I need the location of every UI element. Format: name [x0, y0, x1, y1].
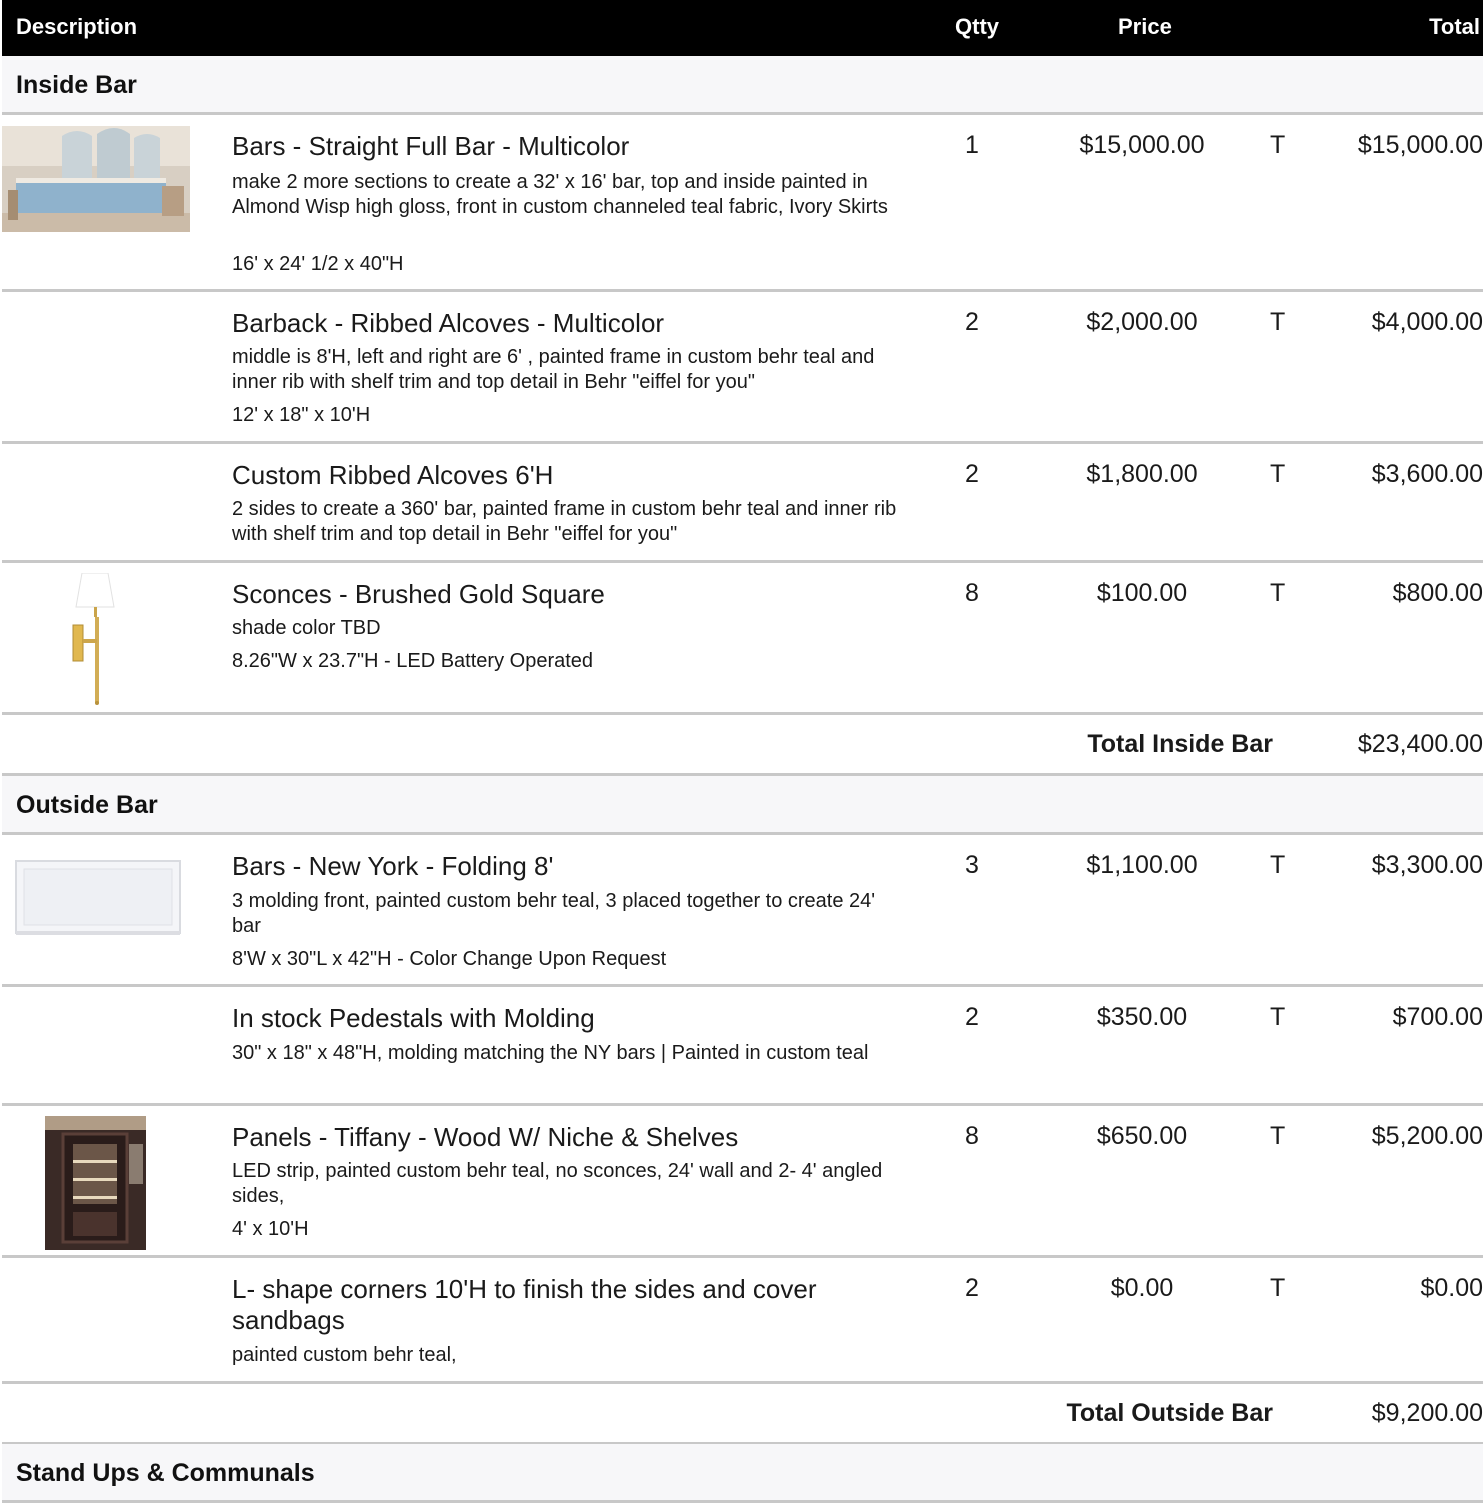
table-row: Bars - Straight Full Bar - Multicolor ma… — [2, 115, 1483, 292]
item-qty: 2 — [965, 308, 979, 336]
subtotal-amount: $23,400.00 — [1357, 730, 1483, 758]
item-total: $0.00 — [1420, 1274, 1483, 1302]
table-row: Custom Ribbed Alcoves 6'H 2 sides to cre… — [2, 444, 1483, 563]
item-tax: T — [1270, 131, 1286, 159]
section-header-outside-bar: Outside Bar — [2, 776, 1483, 835]
section-title: Stand Ups & Communals — [16, 1459, 315, 1487]
header-price: Price — [1118, 14, 1172, 39]
sconce-photo-image — [68, 572, 122, 705]
item-qty: 8 — [965, 1122, 979, 1150]
item-tax: T — [1270, 1274, 1286, 1302]
item-title: Barback - Ribbed Alcoves - Multicolor — [232, 308, 665, 338]
item-tax: T — [1270, 460, 1286, 488]
item-description: make 2 more sections to create a 32' x 1… — [232, 171, 888, 218]
subtotal-label: Total Inside Bar — [1087, 730, 1273, 758]
panel-photo-image — [45, 1116, 146, 1250]
item-dimensions: 16' x 24' 1/2 x 40"H — [232, 253, 404, 275]
item-price: $2,000.00 — [1086, 308, 1198, 336]
item-total: $3,300.00 — [1371, 851, 1483, 879]
item-total: $3,600.00 — [1371, 460, 1483, 488]
item-tax: T — [1270, 579, 1286, 607]
item-dimensions: 8'W x 30"L x 42"H - Color Change Upon Re… — [232, 948, 667, 970]
section-title: Inside Bar — [16, 71, 137, 99]
item-title: L- shape corners 10'H to finish the side… — [232, 1274, 817, 1335]
item-qty: 8 — [965, 579, 979, 607]
table-row: L- shape corners 10'H to finish the side… — [2, 1258, 1483, 1384]
item-price: $0.00 — [1110, 1274, 1174, 1302]
item-dimensions: 12' x 18" x 10'H — [232, 404, 371, 426]
item-qty: 2 — [965, 1003, 979, 1031]
table-header: Description Qtty Price Total — [2, 0, 1483, 56]
subtotal-label: Total Outside Bar — [1066, 1399, 1273, 1427]
item-description: middle is 8'H, left and right are 6' , p… — [232, 346, 875, 393]
subtotal-amount: $9,200.00 — [1371, 1399, 1483, 1427]
item-qty: 3 — [965, 851, 979, 879]
item-tax: T — [1270, 308, 1286, 336]
item-tax: T — [1270, 1003, 1286, 1031]
item-title: Sconces - Brushed Gold Square — [232, 579, 605, 609]
item-total: $15,000.00 — [1357, 131, 1483, 159]
header-total: Total — [1429, 14, 1480, 39]
item-price: $1,800.00 — [1086, 460, 1198, 488]
ny-bar-photo-image — [12, 855, 184, 939]
section-subtotal: Total Inside Bar $23,400.00 — [2, 715, 1483, 776]
item-title: Bars - Straight Full Bar - Multicolor — [232, 131, 630, 161]
item-description: 3 molding front, painted custom behr tea… — [232, 890, 876, 937]
item-dimensions: 8.26"W x 23.7"H - LED Battery Operated — [232, 650, 594, 672]
item-title: Bars - New York - Folding 8' — [232, 851, 554, 881]
item-title: Panels - Tiffany - Wood W/ Niche & Shelv… — [232, 1122, 739, 1152]
table-row: Bars - New York - Folding 8' 3 molding f… — [2, 835, 1483, 987]
item-description: 30" x 18" x 48"H, molding matching the N… — [232, 1042, 869, 1064]
item-qty: 2 — [965, 1274, 979, 1302]
item-total: $700.00 — [1392, 1003, 1483, 1031]
item-tax: T — [1270, 851, 1286, 879]
item-qty: 1 — [965, 131, 979, 159]
section-subtotal: Total Outside Bar $9,200.00 — [2, 1384, 1483, 1445]
item-dimensions: 4' x 10'H — [232, 1218, 309, 1240]
item-total: $5,200.00 — [1371, 1122, 1483, 1150]
item-title: In stock Pedestals with Molding — [232, 1003, 595, 1033]
section-header-stand-ups-communals: Stand Ups & Communals — [2, 1444, 1483, 1503]
header-description: Description — [16, 14, 138, 39]
item-price: $15,000.00 — [1079, 131, 1205, 159]
item-price: $1,100.00 — [1086, 851, 1198, 879]
item-price: $100.00 — [1096, 579, 1188, 607]
header-qty: Qtty — [955, 14, 999, 39]
item-price: $350.00 — [1096, 1003, 1188, 1031]
item-title: Custom Ribbed Alcoves 6'H — [232, 460, 554, 490]
table-row: Panels - Tiffany - Wood W/ Niche & Shelv… — [2, 1106, 1483, 1258]
item-price: $650.00 — [1096, 1122, 1188, 1150]
item-description: painted custom behr teal, — [232, 1344, 457, 1366]
item-description: LED strip, painted custom behr teal, no … — [232, 1160, 883, 1207]
table-row: In stock Pedestals with Molding 30" x 18… — [2, 987, 1483, 1106]
item-total: $4,000.00 — [1371, 308, 1483, 336]
item-tax: T — [1270, 1122, 1286, 1150]
bar-photo-image — [2, 126, 190, 232]
table-row: Barback - Ribbed Alcoves - Multicolor mi… — [2, 292, 1483, 444]
item-total: $800.00 — [1392, 579, 1483, 607]
section-title: Outside Bar — [16, 791, 158, 819]
item-description: 2 sides to create a 360' bar, painted fr… — [232, 498, 897, 545]
section-header-inside-bar: Inside Bar — [2, 56, 1483, 115]
table-row: Sconces - Brushed Gold Square shade colo… — [2, 563, 1483, 715]
item-description: shade color TBD — [232, 617, 381, 639]
item-qty: 2 — [965, 460, 979, 488]
